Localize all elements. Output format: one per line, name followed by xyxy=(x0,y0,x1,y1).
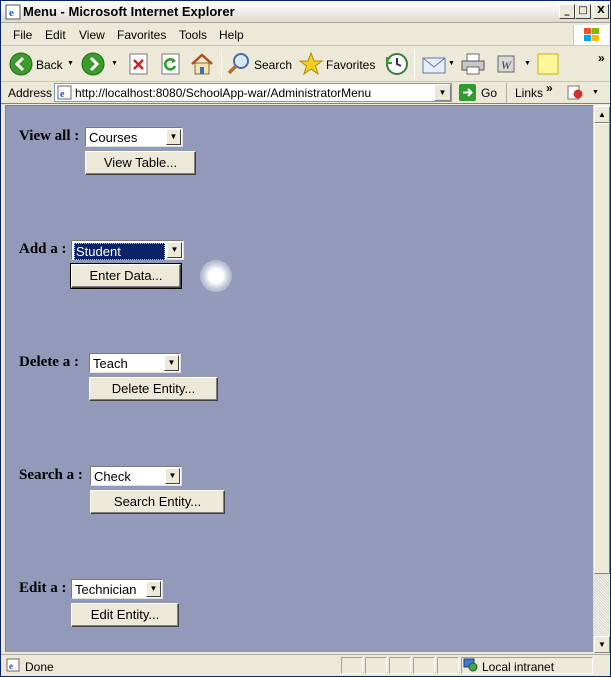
menu-edit[interactable]: Edit xyxy=(45,28,66,42)
search-magnifier-icon[interactable] xyxy=(227,52,252,76)
search-label: Search a : xyxy=(19,467,83,483)
favorites-button[interactable]: Favorites xyxy=(326,58,375,72)
home-icon[interactable] xyxy=(189,52,215,76)
search-entity-button[interactable]: Search Entity... xyxy=(90,490,225,514)
forward-arrow-icon[interactable] xyxy=(81,52,105,76)
search-selected: Check xyxy=(94,469,131,484)
status-pane xyxy=(389,657,411,674)
svg-text:e: e xyxy=(9,661,13,671)
intranet-zone-icon xyxy=(463,658,478,672)
edit-dropdown-icon[interactable]: ▼ xyxy=(524,60,531,67)
status-pane xyxy=(437,657,459,674)
delete-label: Delete a : xyxy=(19,354,79,370)
links-button[interactable]: Links xyxy=(515,86,543,100)
go-arrow-icon[interactable] xyxy=(459,84,476,101)
maximize-button[interactable]: □ xyxy=(575,4,591,19)
chevron-down-icon[interactable]: ▼ xyxy=(165,468,180,484)
links-separator xyxy=(506,83,507,103)
window-title: Menu - Microsoft Internet Explorer xyxy=(23,4,235,19)
svg-text:e: e xyxy=(60,89,65,100)
view-table-button[interactable]: View Table... xyxy=(85,151,196,175)
back-dropdown-icon[interactable]: ▼ xyxy=(67,60,74,67)
scrollbar-thumb[interactable] xyxy=(594,123,610,574)
add-select[interactable]: Student ▼ xyxy=(71,240,184,260)
menu-favorites[interactable]: Favorites xyxy=(117,28,166,42)
delete-selected: Teach xyxy=(93,356,128,371)
page-favicon-icon: e xyxy=(57,85,72,100)
chevron-down-icon[interactable]: ▼ xyxy=(166,129,181,145)
ie-icon: e xyxy=(5,4,21,20)
delete-select[interactable]: Teach ▼ xyxy=(89,353,181,373)
svg-text:W: W xyxy=(501,58,512,72)
links-dropdown-icon[interactable]: ▼ xyxy=(592,89,599,96)
go-button[interactable]: Go xyxy=(481,86,497,100)
ie-window: e Menu - Microsoft Internet Explorer _ □… xyxy=(0,0,611,677)
toolbar-separator xyxy=(414,50,415,78)
menu-view[interactable]: View xyxy=(79,28,105,42)
menu-bar: File Edit View Favorites Tools Help xyxy=(1,23,610,46)
favorites-star-icon[interactable] xyxy=(298,51,324,77)
search-button[interactable]: Search xyxy=(254,58,292,72)
mouse-cursor-highlight xyxy=(200,260,232,292)
toolbar-separator xyxy=(221,50,222,78)
links-overflow-chevron[interactable]: » xyxy=(546,81,553,95)
windows-logo xyxy=(573,25,609,45)
menu-tools[interactable]: Tools xyxy=(179,28,207,42)
search-select[interactable]: Check ▼ xyxy=(90,466,182,486)
status-pane xyxy=(341,657,363,674)
mail-icon[interactable] xyxy=(421,53,449,75)
toolbar-overflow-chevron[interactable]: » xyxy=(598,51,605,65)
mail-dropdown-icon[interactable]: ▼ xyxy=(448,60,455,67)
refresh-icon[interactable] xyxy=(160,53,181,75)
status-text: Done xyxy=(25,660,54,674)
address-url[interactable]: http://localhost:8080/SchoolApp-war/Admi… xyxy=(75,86,371,100)
add-selected: Student xyxy=(74,243,165,260)
scroll-down-icon[interactable]: ▼ xyxy=(594,636,610,653)
done-page-icon: e xyxy=(6,658,20,672)
menu-help[interactable]: Help xyxy=(219,28,244,42)
links-page-icon[interactable] xyxy=(566,84,584,101)
add-label: Add a : xyxy=(19,241,67,257)
scrollbar-track[interactable] xyxy=(594,574,610,636)
zone-text: Local intranet xyxy=(482,660,555,674)
back-button[interactable]: Back xyxy=(36,58,63,72)
view-all-label: View all : xyxy=(19,128,80,144)
menu-file[interactable]: File xyxy=(13,28,32,42)
print-icon[interactable] xyxy=(460,52,486,76)
view-all-selected: Courses xyxy=(89,130,138,145)
minimize-button[interactable]: _ xyxy=(559,4,575,19)
chevron-down-icon[interactable]: ▼ xyxy=(146,581,161,597)
svg-text:e: e xyxy=(9,7,14,19)
title-bar[interactable]: e Menu - Microsoft Internet Explorer _ □… xyxy=(1,1,610,23)
edit-label: Edit a : xyxy=(19,580,67,596)
stop-icon[interactable] xyxy=(128,53,149,75)
forward-dropdown-icon[interactable]: ▼ xyxy=(111,60,118,67)
close-button[interactable]: X xyxy=(593,4,609,19)
edit-icon[interactable]: W xyxy=(495,53,517,75)
enter-data-button[interactable]: Enter Data... xyxy=(70,263,182,289)
messenger-icon[interactable] xyxy=(536,52,562,78)
address-label: Address xyxy=(8,86,53,100)
view-all-select[interactable]: Courses ▼ xyxy=(85,127,183,147)
scroll-up-icon[interactable]: ▲ xyxy=(594,106,610,123)
chevron-down-icon[interactable]: ▼ xyxy=(164,355,179,371)
status-pane xyxy=(365,657,387,674)
edit-select[interactable]: Technician ▼ xyxy=(71,579,163,599)
delete-entity-button[interactable]: Delete Entity... xyxy=(89,377,218,401)
windows-flag-icon xyxy=(584,28,599,41)
chevron-down-icon[interactable]: ▼ xyxy=(167,242,182,258)
edit-selected: Technician xyxy=(75,582,137,597)
back-arrow-icon[interactable] xyxy=(9,52,33,76)
edit-entity-button[interactable]: Edit Entity... xyxy=(71,603,179,627)
history-icon[interactable] xyxy=(384,52,409,76)
address-dropdown-icon[interactable]: ▼ xyxy=(434,84,451,101)
status-pane xyxy=(413,657,435,674)
